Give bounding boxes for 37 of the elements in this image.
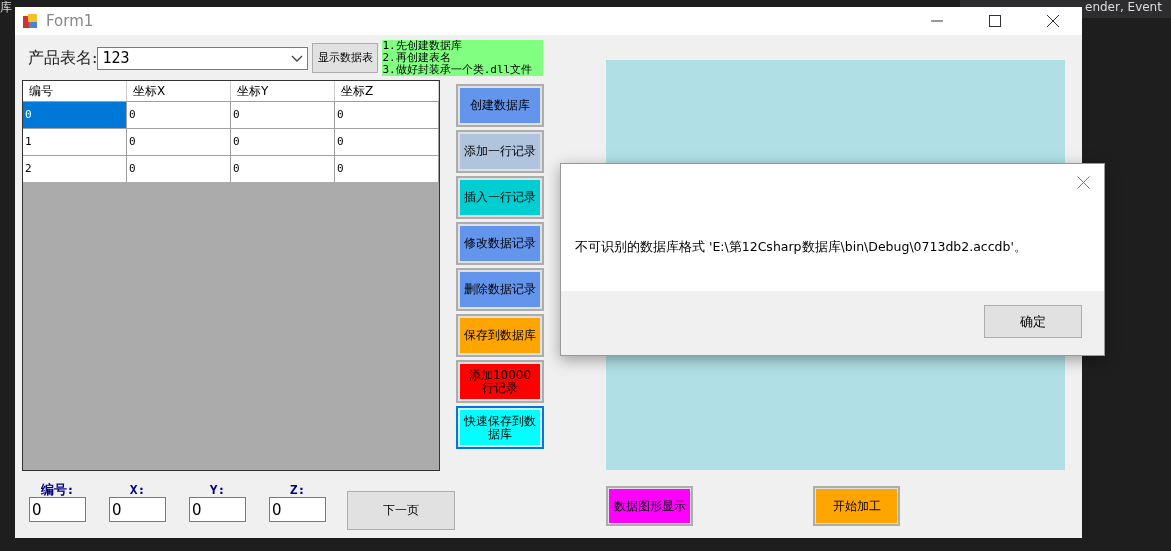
action-button[interactable]: 添加10000行记录 [456,360,544,403]
table-cell[interactable]: 0 [231,156,335,182]
instructions-note: 1.先创建数据库 2.再创建表名 3.做好封装承一个类.dll文件 [382,40,544,76]
window-title: Form1 [46,12,95,30]
app-icon [22,13,38,29]
table-cell[interactable]: 0 [335,156,439,182]
editor-tab-label: 库 [0,0,12,14]
field-label: 编号: [40,483,75,497]
field-label: Z: [289,483,306,497]
action-button[interactable]: 开始加工 [813,486,900,526]
ok-button[interactable]: 确定 [984,305,1082,338]
action-button[interactable]: 删除数据记录 [456,268,544,311]
maximize-icon[interactable] [988,14,1002,28]
next-page-button[interactable]: 下一页 [347,491,455,530]
input-field[interactable]: 0 [29,497,86,522]
dropdown-icon [291,54,304,63]
field-label: X: [129,483,146,497]
action-button[interactable]: 数据图形显示 [606,486,693,526]
error-message: 不可识别的数据库格式 'E:\第12Csharp数据库\bin\Debug\0713db2.accdb'。 [575,239,1027,256]
table-name-combo[interactable]: 123 [97,46,309,70]
close-icon[interactable] [1046,14,1060,28]
action-button[interactable]: 修改数据记录 [456,222,544,265]
input-field[interactable]: 0 [189,497,246,522]
input-field[interactable]: 0 [109,497,166,522]
action-button[interactable]: 快速保存到数据库 [456,406,544,449]
action-button[interactable]: 创建数据库 [456,84,544,127]
table-cell[interactable]: 0 [127,156,231,182]
table-cell[interactable]: 0 [23,102,127,128]
editor-tab-label: ender, Event [1085,0,1162,14]
action-button[interactable]: 保存到数据库 [456,314,544,357]
input-field[interactable]: 0 [269,497,326,522]
action-button[interactable]: 添加一行记录 [456,130,544,173]
action-button[interactable]: 插入一行记录 [456,176,544,219]
table-name-label: 产品表名: [28,47,98,69]
show-table-button[interactable]: 显示数据表 [312,43,379,73]
table-cell[interactable]: 2 [23,156,127,182]
field-label: Y: [209,483,226,497]
